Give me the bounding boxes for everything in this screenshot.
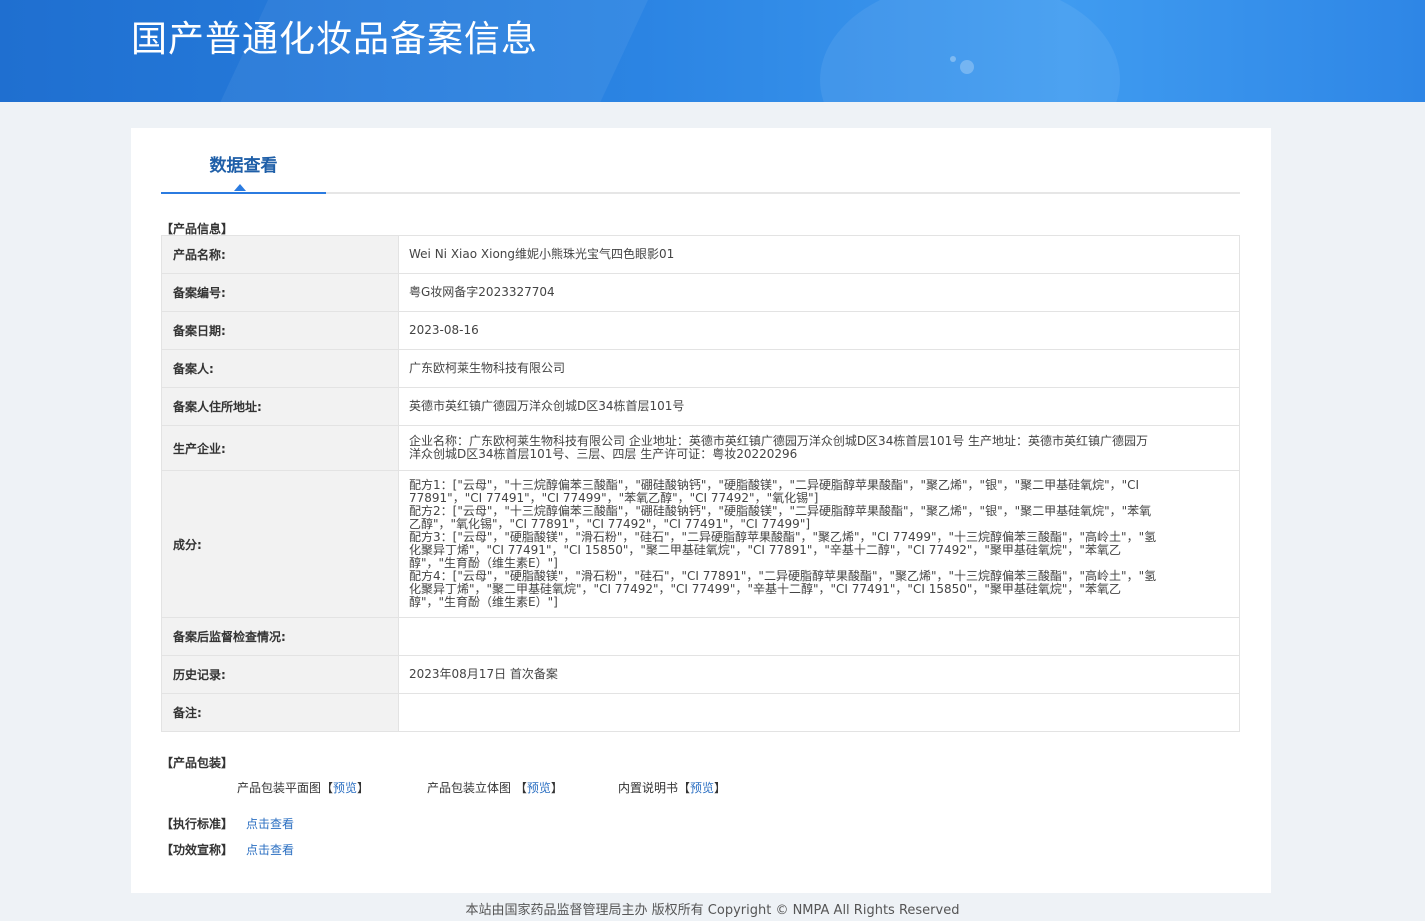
section-standard: 【执行标准】 <box>161 817 234 831</box>
row-value: 粤G妆网备字2023327704 <box>398 273 1240 312</box>
preview-link-3d[interactable]: 预览 <box>527 781 551 795</box>
table-row: 成分: 配方1：["云母"，"十三烷醇偏苯三酸酯"，"硼硅酸钠钙"，"硬脂酸镁"… <box>161 470 1240 618</box>
row-label: 备案人: <box>161 349 399 388</box>
packaging-item: 内置说明书【预览】 <box>618 781 727 795</box>
row-value <box>398 693 1240 732</box>
row-label: 历史记录: <box>161 655 399 694</box>
table-row: 备案人: 广东欧柯莱生物科技有限公司 <box>161 349 1240 388</box>
preview-link-flat[interactable]: 预览 <box>333 781 357 795</box>
row-value: 2023-08-16 <box>398 311 1240 350</box>
table-row: 备注: <box>161 693 1240 732</box>
table-row: 历史记录: 2023年08月17日 首次备案 <box>161 655 1240 694</box>
banner-decoration <box>820 0 1120 102</box>
banner-decoration <box>950 56 956 62</box>
row-label: 生产企业: <box>161 425 399 471</box>
row-value: 配方1：["云母"，"十三烷醇偏苯三酸酯"，"硼硅酸钠钙"，"硬脂酸镁"，"二异… <box>398 470 1240 618</box>
packaging-item: 产品包装平面图【预览】 <box>237 781 370 795</box>
row-label: 备注: <box>161 693 399 732</box>
claims-view-link[interactable]: 点击查看 <box>246 841 294 858</box>
standard-view-link[interactable]: 点击查看 <box>246 815 294 832</box>
ingredient-line: 醇"，"生育酚（维生素E）"] <box>409 595 558 609</box>
row-value: 广东欧柯莱生物科技有限公司 <box>398 349 1240 388</box>
table-row: 备案人住所地址: 英德市英红镇广德园万洋众创城D区34栋首层101号 <box>161 387 1240 426</box>
row-label: 备案日期: <box>161 311 399 350</box>
row-value: Wei Ni Xiao Xiong维妮小熊珠光宝气四色眼影01 <box>398 235 1240 274</box>
tab-caret-icon <box>234 184 246 191</box>
row-label: 备案后监督检查情况: <box>161 617 399 656</box>
product-info-table: 产品名称: Wei Ni Xiao Xiong维妮小熊珠光宝气四色眼影01 备案… <box>161 235 1240 732</box>
row-label: 产品名称: <box>161 235 399 274</box>
table-row: 备案日期: 2023-08-16 <box>161 311 1240 350</box>
manufacturer-line: 洋众创城D区34栋首层101号、三层、四层 生产许可证：粤妆20220296 <box>409 447 798 461</box>
content-card: 数据查看 【产品信息】 产品名称: Wei Ni Xiao Xiong维妮小熊珠… <box>131 128 1271 893</box>
row-value: 企业名称：广东欧柯莱生物科技有限公司 企业地址：英德市英红镇广德园万洋众创城D区… <box>398 425 1240 471</box>
table-row: 备案后监督检查情况: <box>161 617 1240 656</box>
row-label: 备案编号: <box>161 273 399 312</box>
preview-link-manual[interactable]: 预览 <box>690 781 714 795</box>
packaging-item-name: 产品包装平面图 <box>237 781 322 795</box>
table-row: 备案编号: 粤G妆网备字2023327704 <box>161 273 1240 312</box>
footer-copyright: 本站由国家药品监督管理局主办 版权所有 Copyright © NMPA All… <box>465 903 960 918</box>
packaging-item-name: 内置说明书 <box>618 781 679 795</box>
row-label: 备案人住所地址: <box>161 387 399 426</box>
tab-bar: 数据查看 <box>161 128 1240 194</box>
table-row: 产品名称: Wei Ni Xiao Xiong维妮小熊珠光宝气四色眼影01 <box>161 235 1240 274</box>
packaging-item-name: 产品包装立体图 <box>427 781 512 795</box>
table-row: 生产企业: 企业名称：广东欧柯莱生物科技有限公司 企业地址：英德市英红镇广德园万… <box>161 425 1240 471</box>
packaging-item: 产品包装立体图 【预览】 <box>427 781 563 795</box>
header-banner: 国产普通化妆品备案信息 <box>0 0 1425 102</box>
row-value: 英德市英红镇广德园万洋众创城D区34栋首层101号 <box>398 387 1240 426</box>
banner-decoration <box>960 60 974 74</box>
section-claims: 【功效宣称】 <box>161 843 234 857</box>
row-label: 成分: <box>161 470 399 618</box>
page-title: 国产普通化妆品备案信息 <box>131 19 539 60</box>
row-value: 2023年08月17日 首次备案 <box>398 655 1240 694</box>
section-packaging: 【产品包装】 <box>161 756 234 770</box>
row-value <box>398 617 1240 656</box>
